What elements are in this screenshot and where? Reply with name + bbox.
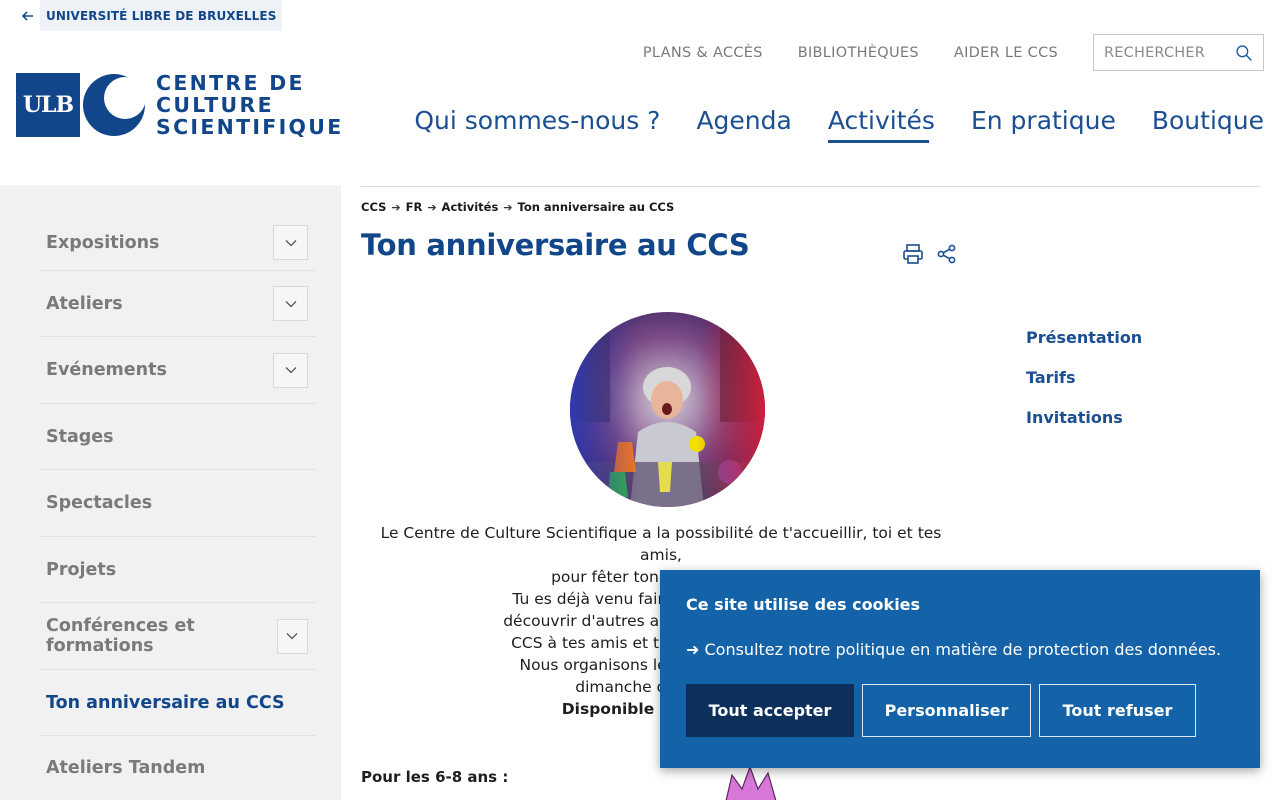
sidebar-item-label: Stages	[46, 426, 114, 447]
arrow-right-icon: ➔	[427, 200, 437, 214]
page-anchor-menu: Présentation Tarifs Invitations	[1026, 328, 1142, 448]
crescent-logo-icon	[83, 74, 145, 136]
breadcrumb-ccs[interactable]: CCS	[361, 200, 386, 214]
back-link-label: UNIVERSITÉ LIBRE DE BRUXELLES	[40, 0, 283, 31]
breadcrumb-activites[interactable]: Activités	[442, 200, 499, 214]
ccs-logo[interactable]: ULB CENTRE DE CULTURE SCIENTIFIQUE	[16, 70, 344, 140]
refuse-all-button[interactable]: Tout refuser	[1039, 684, 1196, 737]
chevron-down-icon[interactable]	[273, 225, 308, 260]
logo-line-1: CENTRE DE	[156, 71, 305, 95]
share-icon[interactable]	[936, 243, 958, 265]
intro-line: Le Centre de Culture Scientifique a la p…	[380, 524, 942, 564]
chevron-down-icon[interactable]	[276, 618, 308, 654]
main-nav: Qui sommes-nous ? Agenda Activités En pr…	[378, 106, 1264, 143]
nav-practical[interactable]: En pratique	[971, 106, 1116, 141]
sidebar-item-label: Evénements	[46, 360, 167, 380]
breadcrumb-current: Ton anniversaire au CCS	[517, 200, 675, 214]
sidebar-item-projets[interactable]: Projets	[40, 537, 316, 603]
utility-nav: PLANS & ACCÈS BIBLIOTHÈQUES AIDER LE CCS	[643, 34, 1264, 71]
util-link-plans[interactable]: PLANS & ACCÈS	[643, 45, 763, 61]
util-link-help[interactable]: AIDER LE CCS	[954, 45, 1058, 61]
logo-wordmark: CENTRE DE CULTURE SCIENTIFIQUE	[156, 72, 344, 138]
ulb-logo-box: ULB	[16, 73, 80, 137]
cookie-actions: Tout accepter Personnaliser Tout refuser	[686, 684, 1234, 737]
sidebar-item-stages[interactable]: Stages	[40, 404, 316, 470]
sidebar-item-evenements[interactable]: Evénements	[40, 337, 316, 404]
sidebar-item-label: Ateliers Tandem	[46, 758, 206, 778]
sidebar-item-label: Ton anniversaire au CCS	[46, 692, 285, 713]
content-divider	[361, 186, 1260, 187]
cookie-banner: Ce site utilise des cookies ➜ Consultez …	[660, 570, 1260, 768]
sidebar-item-label: Ateliers	[46, 293, 123, 314]
page-tools	[902, 243, 970, 265]
age-group-heading: Pour les 6-8 ans :	[361, 768, 509, 786]
sidebar-item-label: Projets	[46, 559, 117, 580]
nav-about[interactable]: Qui sommes-nous ?	[414, 106, 660, 141]
cookie-policy-link[interactable]: ➜ Consultez notre politique en matière d…	[686, 640, 1234, 659]
arrow-right-icon: ➔	[503, 200, 513, 214]
arrow-right-icon: ➔	[391, 200, 401, 214]
birthday-hero-image	[570, 312, 765, 507]
chevron-down-icon[interactable]	[273, 286, 308, 321]
sidebar-item-conferences[interactable]: Conférences et formations	[40, 603, 316, 670]
customize-button[interactable]: Personnaliser	[862, 684, 1031, 737]
crown-illustration	[725, 765, 777, 800]
anchor-presentation[interactable]: Présentation	[1026, 328, 1142, 347]
accept-all-button[interactable]: Tout accepter	[686, 684, 854, 737]
sidebar-item-spectacles[interactable]: Spectacles	[40, 470, 316, 537]
sidebar-item-label: Conférences et formations	[46, 616, 195, 656]
search-input[interactable]	[1104, 44, 1229, 61]
page-title: Ton anniversaire au CCS	[361, 228, 750, 262]
arrow-left-icon	[16, 0, 40, 31]
sidebar-item-expositions[interactable]: Expositions	[40, 215, 316, 271]
breadcrumb-fr[interactable]: FR	[406, 200, 423, 214]
search-box	[1093, 34, 1264, 71]
breadcrumb: CCS ➔ FR ➔ Activités ➔ Ton anniversaire …	[361, 200, 674, 214]
logo-line-3: SCIENTIFIQUE	[156, 115, 344, 139]
sidebar-item-label: Expositions	[46, 232, 160, 253]
back-to-ulb-link[interactable]: UNIVERSITÉ LIBRE DE BRUXELLES	[16, 0, 283, 31]
sidebar-item-ateliers[interactable]: Ateliers	[40, 271, 316, 337]
search-icon[interactable]	[1235, 42, 1253, 64]
print-icon[interactable]	[902, 243, 924, 265]
logo-line-2: CULTURE	[156, 93, 274, 117]
nav-agenda[interactable]: Agenda	[696, 106, 791, 141]
sidebar-item-anniversaire[interactable]: Ton anniversaire au CCS	[40, 670, 316, 736]
nav-activities[interactable]: Activités	[827, 106, 935, 143]
cookie-title: Ce site utilise des cookies	[686, 595, 921, 614]
sidebar-item-tandem[interactable]: Ateliers Tandem	[40, 736, 316, 800]
nav-shop[interactable]: Boutique	[1152, 106, 1264, 141]
util-link-libraries[interactable]: BIBLIOTHÈQUES	[798, 45, 919, 61]
chevron-down-icon[interactable]	[273, 352, 308, 388]
anchor-tarifs[interactable]: Tarifs	[1026, 368, 1142, 387]
sidebar-item-label: Spectacles	[46, 493, 153, 513]
anchor-invitations[interactable]: Invitations	[1026, 408, 1142, 427]
sidebar-nav: Expositions Ateliers Evénements Stages S…	[0, 185, 341, 800]
